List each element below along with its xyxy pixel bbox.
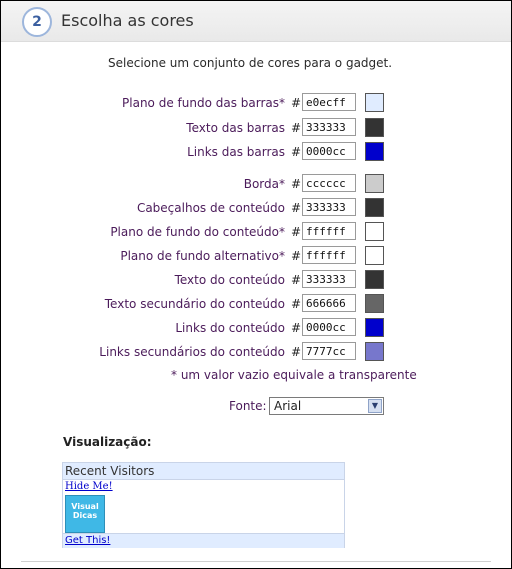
section-header: 2 Escolha as cores [1,1,511,42]
hash-symbol: # [291,177,302,191]
color-row: Plano de fundo das barras* # e0ecff [1,93,511,115]
color-swatch[interactable] [365,174,384,193]
color-hex-input[interactable]: ffffff [302,246,356,264]
color-label: Links secundários do conteúdo [99,345,285,359]
visual-dicas-logo[interactable]: Visual Dicas [65,495,105,533]
color-hex-input[interactable]: e0ecff [302,93,356,111]
hash-symbol: # [291,96,302,110]
preview-footer-bar: Get This! [63,533,344,548]
intro-text: Selecione um conjunto de cores para o ga… [108,56,393,70]
hash-symbol: # [291,121,302,135]
color-swatch[interactable] [365,93,384,112]
color-hex-input[interactable]: 0000cc [302,318,356,336]
color-hex-input[interactable]: 666666 [302,294,356,312]
hash-symbol: # [291,321,302,335]
color-hex-input[interactable]: 0000cc [302,142,356,160]
color-swatch[interactable] [365,246,384,265]
hash-symbol: # [291,249,302,263]
get-this-link[interactable]: Get This! [65,535,110,546]
settings-panel: 2 Escolha as cores Selecione um conjunto… [0,0,512,569]
color-label: Cabeçalhos de conteúdo [136,201,285,215]
color-label: Plano de fundo alternativo* [120,249,285,263]
color-swatch[interactable] [365,318,384,337]
color-row: Borda* # cccccc [1,174,511,196]
color-row: Links do conteúdo #0000cc [1,318,511,340]
color-hex-input[interactable]: 333333 [302,270,356,288]
section-title: Escolha as cores [61,11,194,30]
hash-symbol: # [291,345,302,359]
color-swatch[interactable] [365,118,384,137]
divider [21,561,491,562]
logo-text: Visual Dicas [71,502,99,520]
color-hex-input[interactable]: 333333 [302,118,356,136]
font-label: Fonte: [229,399,267,413]
color-swatch[interactable] [365,142,384,161]
color-row: Texto das barras #333333 [1,118,511,140]
color-row: Plano de fundo do conteúdo* # ffffff [1,222,511,244]
color-swatch[interactable] [365,222,384,241]
chevron-down-icon[interactable]: ▼ [368,399,382,413]
hash-symbol: # [291,145,302,159]
color-label: Texto secundário do conteúdo [104,297,285,311]
color-swatch[interactable] [365,198,384,217]
transparent-note: * um valor vazio equivale a transparente [171,368,417,382]
hash-symbol: # [291,297,302,311]
color-row: Links das barras #0000cc [1,142,511,164]
color-swatch[interactable] [365,270,384,289]
color-label: Links do conteúdo [175,321,285,335]
preview-title: Visualização: [63,435,152,449]
color-hex-input[interactable]: ffffff [302,222,356,240]
hash-symbol: # [291,273,302,287]
color-row: Texto secundário do conteúdo #666666 [1,294,511,316]
color-label: Borda* [243,177,285,191]
color-label: Texto das barras [186,121,285,135]
color-row: Cabeçalhos de conteúdo #333333 [1,198,511,220]
hash-symbol: # [291,225,302,239]
font-row: Fonte: Arial ▼ [1,397,511,417]
font-select[interactable]: Arial ▼ [269,397,384,415]
color-label: Texto do conteúdo [174,273,285,287]
gadget-preview: Recent Visitors Hide Me! Visual Dicas Ge… [62,462,345,548]
color-label: Plano de fundo do conteúdo* [110,225,285,239]
color-label: Links das barras [187,145,285,159]
preview-bar-title: Recent Visitors [65,464,155,478]
color-swatch[interactable] [365,342,384,361]
color-row: Links secundários do conteúdo #7777cc [1,342,511,364]
step-number-badge: 2 [22,7,52,37]
hide-me-link[interactable]: Hide Me! [65,481,113,492]
preview-title-bar: Recent Visitors [63,463,344,480]
color-row: Texto do conteúdo #333333 [1,270,511,292]
color-row: Plano de fundo alternativo* # ffffff [1,246,511,268]
hash-symbol: # [291,201,302,215]
color-hex-input[interactable]: cccccc [302,174,356,192]
color-hex-input[interactable]: 7777cc [302,342,356,360]
font-select-value: Arial [274,399,302,413]
color-swatch[interactable] [365,294,384,313]
color-hex-input[interactable]: 333333 [302,198,356,216]
color-label: Plano de fundo das barras* [122,96,285,110]
